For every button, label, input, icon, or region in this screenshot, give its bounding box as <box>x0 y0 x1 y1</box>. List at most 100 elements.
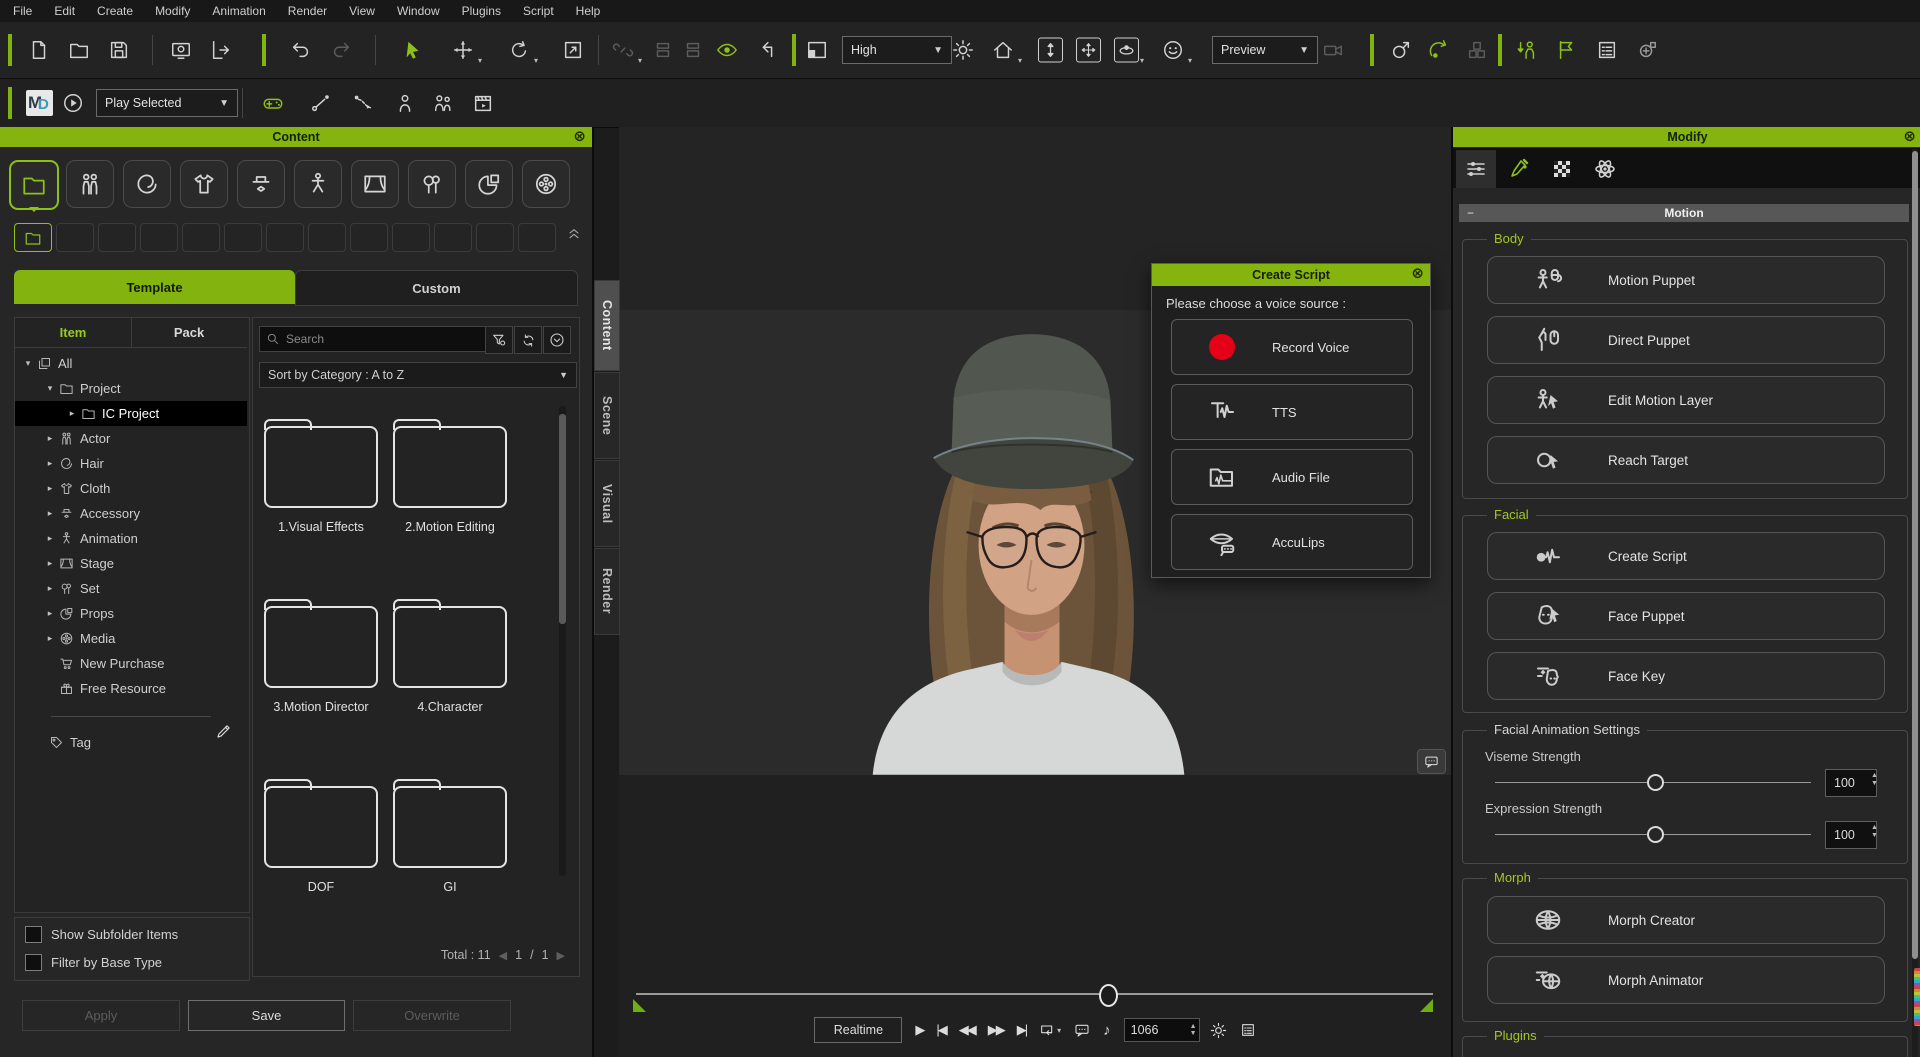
folder-item[interactable]: 4.Character <box>385 599 515 714</box>
tab-animation[interactable] <box>1499 150 1539 188</box>
tree-item-ic-project[interactable]: ▸ IC Project <box>15 401 247 426</box>
link-icon[interactable] <box>612 39 634 61</box>
expander-closed-icon[interactable]: ▸ <box>45 633 55 644</box>
camera-pan-icon[interactable] <box>1076 37 1101 63</box>
camera-dolly-icon[interactable] <box>1038 37 1063 63</box>
tree-item-animation[interactable]: ▸ Animation <box>15 526 247 551</box>
edit-motion-layer-button[interactable]: Edit Motion Layer <box>1487 376 1885 424</box>
category-media[interactable] <box>522 160 570 208</box>
play-circle-icon[interactable] <box>62 92 84 114</box>
category-animation[interactable] <box>294 160 342 208</box>
menu-item-script[interactable]: Script <box>512 0 565 22</box>
select-tool-icon[interactable] <box>402 39 424 61</box>
sort-select[interactable]: Sort by Category : A to Z ▼ <box>259 362 577 388</box>
voice-option-acculips[interactable]: AccuLips <box>1171 514 1413 570</box>
empty-slot[interactable] <box>434 223 472 252</box>
play-selected-select[interactable]: Play Selected ▼ <box>96 89 238 117</box>
expander-closed-icon[interactable]: ▸ <box>45 458 55 469</box>
render-settings-icon[interactable] <box>1210 1022 1227 1039</box>
timeline-panel-icon[interactable] <box>1240 1022 1256 1038</box>
expander-closed-icon[interactable]: ▸ <box>45 483 55 494</box>
quality-select[interactable]: High ▼ <box>842 36 952 64</box>
play-button[interactable]: ▶ <box>915 1022 925 1038</box>
checkbox-show-subfolder[interactable] <box>25 926 42 943</box>
side-tab-content[interactable]: Content <box>594 280 620 371</box>
save-project-icon[interactable] <box>108 39 130 61</box>
face-puppet-button[interactable]: Face Puppet <box>1487 592 1885 640</box>
go-to-end-button[interactable]: ▶| <box>1017 1022 1028 1038</box>
side-tab-visual[interactable]: Visual <box>594 460 620 547</box>
direct-puppet-button[interactable]: Direct Puppet <box>1487 316 1885 364</box>
menu-item-view[interactable]: View <box>338 0 386 22</box>
expander-closed-icon[interactable]: ▸ <box>45 533 55 544</box>
folder-item[interactable]: 3.Motion Director <box>256 599 386 714</box>
timeline-end-marker[interactable] <box>1420 999 1433 1012</box>
folder-item[interactable]: 2.Motion Editing <box>385 419 515 534</box>
scale-tool-icon[interactable] <box>562 39 584 61</box>
empty-slot[interactable] <box>518 223 556 252</box>
checkbox-filter-base-type[interactable] <box>25 954 42 971</box>
screen-layout-icon[interactable] <box>806 39 828 61</box>
tab-physics[interactable] <box>1585 150 1625 188</box>
active-folder-slot[interactable] <box>14 223 52 252</box>
viseme-strength-slider[interactable] <box>1495 774 1811 791</box>
add-node-icon[interactable] <box>1636 39 1658 61</box>
empty-slot[interactable] <box>266 223 304 252</box>
empty-slot[interactable] <box>476 223 514 252</box>
preview-select[interactable]: Preview ▼ <box>1212 36 1318 64</box>
category-actor[interactable] <box>66 160 114 208</box>
tab-custom[interactable]: Custom <box>295 270 578 306</box>
send-to-viewer-icon[interactable] <box>170 39 192 61</box>
flag-icon[interactable] <box>1556 39 1578 61</box>
undo-icon[interactable] <box>290 39 312 61</box>
expander-closed-icon[interactable]: ▸ <box>67 408 77 419</box>
menu-item-edit[interactable]: Edit <box>43 0 86 22</box>
edit-tag-pencil-icon[interactable] <box>215 722 233 740</box>
home-camera-icon[interactable] <box>992 39 1014 61</box>
export-icon[interactable] <box>210 39 232 61</box>
value-spinner[interactable]: ▲ ▼ <box>1871 772 1878 787</box>
loop-button[interactable]: ▾ <box>1039 1022 1061 1038</box>
pivot-icon[interactable] <box>756 39 778 61</box>
look-at-camera-icon[interactable] <box>1428 39 1450 61</box>
tab-template[interactable]: Template <box>14 270 295 304</box>
timeline-playhead[interactable] <box>1099 984 1119 1007</box>
empty-slot[interactable] <box>98 223 136 252</box>
category-stage[interactable] <box>351 160 399 208</box>
slider-handle[interactable] <box>1647 826 1664 843</box>
collapse-chevrons-icon[interactable] <box>566 225 582 241</box>
camera-orbit-icon[interactable] <box>1114 37 1139 63</box>
morph-animator-button[interactable]: Morph Animator <box>1487 956 1885 1004</box>
voice-option-tts[interactable]: TTS <box>1171 384 1413 440</box>
subtab-item[interactable]: Item <box>15 318 132 348</box>
lighting-icon[interactable] <box>952 39 974 61</box>
motion-puppet-button[interactable]: Motion Puppet <box>1487 256 1885 304</box>
avatar-preview-icon[interactable] <box>1162 39 1184 61</box>
camera-icon[interactable] <box>1322 39 1344 61</box>
menu-item-create[interactable]: Create <box>86 0 144 22</box>
tree-item-props[interactable]: ▸ Props <box>15 601 247 626</box>
close-icon[interactable]: ⊗ <box>573 128 586 146</box>
tree-item-cloth[interactable]: ▸ Cloth <box>15 476 247 501</box>
menu-item-plugins[interactable]: Plugins <box>451 0 512 22</box>
grid-scrollbar[interactable] <box>559 406 566 876</box>
side-tab-scene[interactable]: Scene <box>594 372 620 459</box>
empty-slot[interactable] <box>182 223 220 252</box>
create-script-button[interactable]: Create Script <box>1487 532 1885 580</box>
dialog-close-icon[interactable]: ⊗ <box>1411 265 1424 283</box>
gamepad-control-icon[interactable] <box>262 92 284 114</box>
move-tool-icon[interactable] <box>452 39 474 61</box>
expander-open-icon[interactable]: ▾ <box>23 358 33 369</box>
viseme-strength-value[interactable]: 100 <box>1825 769 1877 797</box>
content-panel-header[interactable]: Content ⊗ <box>0 127 592 147</box>
side-tab-render[interactable]: Render <box>594 548 620 635</box>
empty-slot[interactable] <box>56 223 94 252</box>
menu-item-file[interactable]: File <box>2 0 43 22</box>
frame-number-input[interactable]: 1066 <box>1123 1018 1200 1042</box>
actor-position-icon[interactable] <box>394 92 416 114</box>
caption-icon[interactable] <box>1074 1022 1090 1038</box>
crowd-icon[interactable] <box>432 92 454 114</box>
script-clapper-icon[interactable] <box>472 92 494 114</box>
tree-item-stage[interactable]: ▸ Stage <box>15 551 247 576</box>
category-cloth[interactable] <box>180 160 228 208</box>
